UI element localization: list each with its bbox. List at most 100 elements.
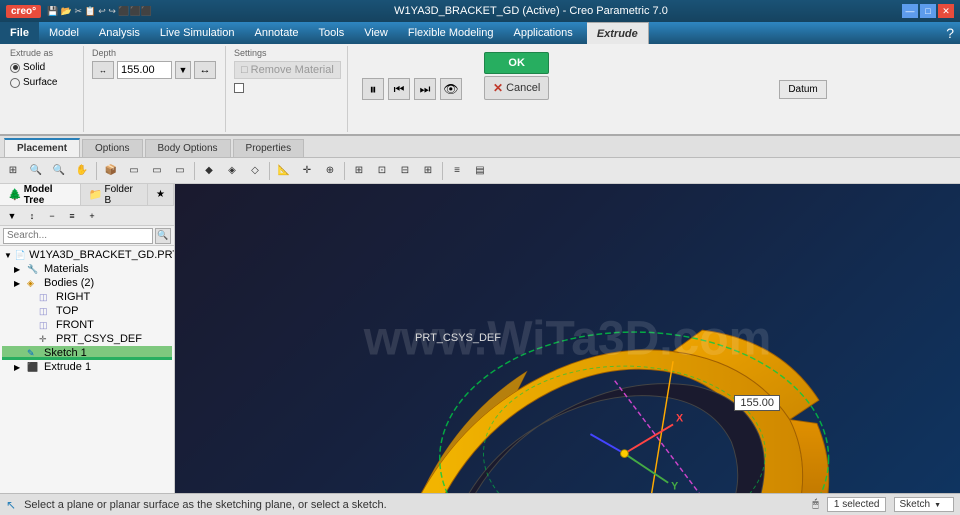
depth-input[interactable] — [117, 61, 172, 79]
viewport[interactable]: X Y PRT_CSYS_DEF 155.00 www.WiTa3D.com — [175, 184, 960, 493]
zoom-fit-btn[interactable]: ⊞ — [2, 161, 24, 181]
subtabs-bar: Placement Options Body Options Propertie… — [0, 136, 960, 158]
menu-model[interactable]: Model — [39, 22, 89, 44]
close-button[interactable]: ✕ — [938, 4, 954, 18]
view-3d-btn[interactable]: 📦 — [100, 161, 122, 181]
tree-sketch1[interactable]: ✎ Sketch 1 — [2, 346, 172, 360]
help-icon[interactable]: ? — [946, 25, 960, 41]
maximize-button[interactable]: □ — [920, 4, 936, 18]
panel-collapse-btn[interactable]: − — [43, 208, 61, 224]
panel-expand-btn[interactable]: ↕ — [23, 208, 41, 224]
extra-btn-1[interactable]: ⊞ — [348, 161, 370, 181]
titlebar: creo° 💾 📂 ✂ 📋 ↩ ↪ ⬛⬛⬛ W1YA3D_BRACKET_GD … — [0, 0, 960, 22]
model-tree-icon: 🌲 — [8, 188, 22, 201]
shading-btn[interactable]: ◈ — [221, 161, 243, 181]
extra-btn-6[interactable]: ▤ — [469, 161, 491, 181]
pan-btn[interactable]: ✋ — [71, 161, 93, 181]
menu-extrude[interactable]: Extrude — [587, 22, 649, 44]
tab-placement[interactable]: Placement — [4, 138, 80, 157]
menu-annotate[interactable]: Annotate — [244, 22, 308, 44]
menu-file[interactable]: File — [0, 22, 39, 44]
window-controls[interactable]: — □ ✕ — [902, 4, 954, 18]
panel-tab-favorites[interactable]: ★ — [148, 184, 174, 205]
view-top-btn[interactable]: ▭ — [146, 161, 168, 181]
extrude-as-label: Extrude as — [10, 48, 77, 58]
pause-button[interactable]: ⏸ — [362, 78, 384, 100]
3d-model: X Y — [315, 264, 895, 493]
file-icon: 📄 — [15, 250, 26, 261]
settings-group: Settings □ Remove Material — [228, 46, 348, 132]
solid-radio[interactable]: Solid — [10, 61, 77, 74]
datum-group: Datum — [771, 46, 834, 132]
settings-label: Settings — [234, 48, 341, 58]
datum-button[interactable]: Datum — [779, 80, 826, 99]
tree-extrude1[interactable]: ▶ ⬛ Extrude 1 — [2, 360, 172, 374]
extra-btn-2[interactable]: ⊡ — [371, 161, 393, 181]
front-plane-icon: ◫ — [39, 320, 53, 331]
menu-live-simulation[interactable]: Live Simulation — [150, 22, 245, 44]
tree-front[interactable]: ◫ FRONT — [2, 318, 172, 332]
ok-button[interactable]: OK — [484, 52, 549, 74]
title-bar-icons: 💾 📂 ✂ 📋 ↩ ↪ ⬛⬛⬛ — [47, 6, 152, 17]
sketch-dropdown[interactable]: Sketch — [894, 497, 954, 512]
datum-planes-btn[interactable]: 📐 — [273, 161, 295, 181]
remove-material-button[interactable]: □ Remove Material — [234, 61, 341, 79]
panel-tab-model-tree[interactable]: 🌲 Model Tree — [0, 184, 81, 205]
surface-radio[interactable]: Surface — [10, 76, 77, 89]
model-tree: ▼ 📄 W1YA3D_BRACKET_GD.PRT ▶ 🔧 Materials … — [0, 246, 174, 493]
tab-properties[interactable]: Properties — [233, 139, 305, 157]
step-back-button[interactable]: ⏮ — [388, 78, 410, 100]
tree-root[interactable]: ▼ 📄 W1YA3D_BRACKET_GD.PRT — [2, 248, 172, 262]
view-front-btn[interactable]: ▭ — [123, 161, 145, 181]
cancel-icon: ✕ — [493, 81, 503, 95]
display-style-btn[interactable]: ◆ — [198, 161, 220, 181]
search-input[interactable] — [3, 228, 153, 244]
tab-body-options[interactable]: Body Options — [145, 139, 231, 157]
panel-filter-btn[interactable]: ▼ — [3, 208, 21, 224]
extra-btn-5[interactable]: ≡ — [446, 161, 468, 181]
settings-checkbox[interactable] — [234, 83, 244, 93]
cancel-button[interactable]: ✕ Cancel — [484, 76, 549, 100]
main-area: 🌲 Model Tree 📁 Folder B ★ ▼ ↕ − ≡ + 🔍 ▼ … — [0, 184, 960, 493]
window-title: W1YA3D_BRACKET_GD (Active) - Creo Parame… — [160, 5, 902, 17]
panel-tab-folder[interactable]: 📁 Folder B — [81, 184, 148, 205]
dimension-label: 155.00 — [734, 395, 780, 411]
step-forward-button[interactable]: ⏭ — [414, 78, 436, 100]
root-arrow: ▼ — [4, 251, 12, 260]
wireframe-btn[interactable]: ◇ — [244, 161, 266, 181]
tree-right[interactable]: ◫ RIGHT — [2, 290, 172, 304]
menu-applications[interactable]: Applications — [503, 22, 582, 44]
zoom-in-btn[interactable]: 🔍 — [25, 161, 47, 181]
panel-sort-btn[interactable]: ≡ — [63, 208, 81, 224]
menu-flexible-modeling[interactable]: Flexible Modeling — [398, 22, 504, 44]
depth-type-icon[interactable]: ↔ — [92, 61, 114, 79]
surface-radio-btn — [10, 78, 20, 88]
view-right-btn[interactable]: ▭ — [169, 161, 191, 181]
menu-view[interactable]: View — [354, 22, 398, 44]
selection-icon: 🖱 — [812, 498, 819, 511]
extra-btn-4[interactable]: ⊞ — [417, 161, 439, 181]
search-button[interactable]: 🔍 — [155, 228, 171, 244]
materials-arrow: ▶ — [14, 265, 24, 274]
materials-icon: 🔧 — [27, 264, 41, 275]
minimize-button[interactable]: — — [902, 4, 918, 18]
csys-btn[interactable]: ✛ — [296, 161, 318, 181]
tree-right-label: RIGHT — [56, 291, 90, 303]
tree-top[interactable]: ◫ TOP — [2, 304, 172, 318]
extrude1-arrow: ▶ — [14, 363, 24, 372]
panel-tabs: 🌲 Model Tree 📁 Folder B ★ — [0, 184, 174, 206]
menu-tools[interactable]: Tools — [309, 22, 355, 44]
depth-dropdown-btn[interactable]: ▼ — [175, 61, 191, 79]
tree-csys[interactable]: ✛ PRT_CSYS_DEF — [2, 332, 172, 346]
tree-materials[interactable]: ▶ 🔧 Materials — [2, 262, 172, 276]
tab-options[interactable]: Options — [82, 139, 142, 157]
preview-button[interactable]: 👁 — [440, 78, 462, 100]
tree-bodies[interactable]: ▶ ◈ Bodies (2) — [2, 276, 172, 290]
status-arrow-icon: ↖ — [6, 498, 16, 512]
menu-analysis[interactable]: Analysis — [89, 22, 150, 44]
panel-add-btn[interactable]: + — [83, 208, 101, 224]
spin-center-btn[interactable]: ⊕ — [319, 161, 341, 181]
flip-direction-btn[interactable]: ↔ — [194, 61, 216, 79]
extra-btn-3[interactable]: ⊟ — [394, 161, 416, 181]
zoom-out-btn[interactable]: 🔍 — [48, 161, 70, 181]
